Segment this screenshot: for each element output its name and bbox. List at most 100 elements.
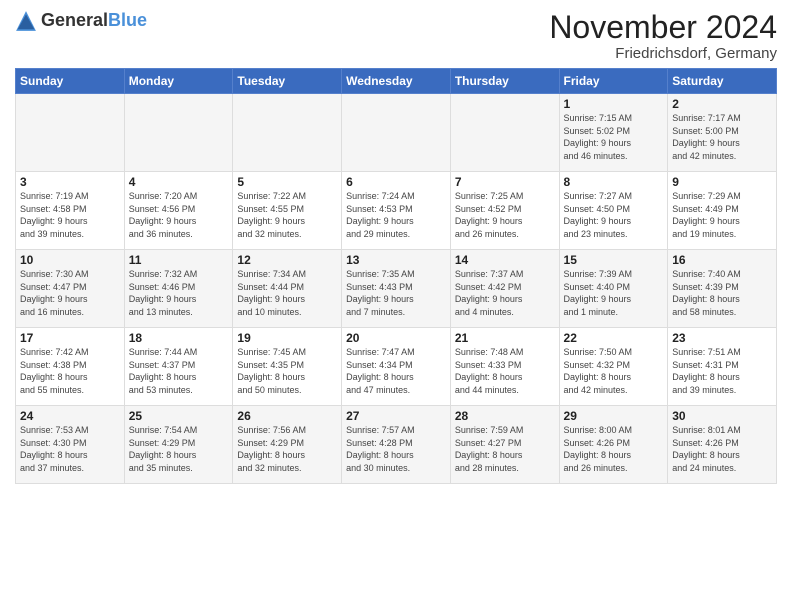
logo: GeneralBlue [15,10,147,32]
day-info: Sunrise: 7:15 AM Sunset: 5:02 PM Dayligh… [564,112,664,162]
day-number: 16 [672,253,772,267]
calendar-cell: 16Sunrise: 7:40 AM Sunset: 4:39 PM Dayli… [668,250,777,328]
day-info: Sunrise: 7:19 AM Sunset: 4:58 PM Dayligh… [20,190,120,240]
calendar-cell: 3Sunrise: 7:19 AM Sunset: 4:58 PM Daylig… [16,172,125,250]
day-info: Sunrise: 7:29 AM Sunset: 4:49 PM Dayligh… [672,190,772,240]
col-sunday: Sunday [16,69,125,94]
day-info: Sunrise: 7:39 AM Sunset: 4:40 PM Dayligh… [564,268,664,318]
day-info: Sunrise: 7:54 AM Sunset: 4:29 PM Dayligh… [129,424,229,474]
col-saturday: Saturday [668,69,777,94]
calendar-cell: 26Sunrise: 7:56 AM Sunset: 4:29 PM Dayli… [233,406,342,484]
day-number: 12 [237,253,337,267]
calendar-cell: 27Sunrise: 7:57 AM Sunset: 4:28 PM Dayli… [342,406,451,484]
day-number: 30 [672,409,772,423]
month-title: November 2024 [549,10,777,45]
calendar-header-row: Sunday Monday Tuesday Wednesday Thursday… [16,69,777,94]
logo-blue: Blue [108,10,147,30]
location-title: Friedrichsdorf, Germany [549,45,777,62]
day-number: 1 [564,97,664,111]
day-number: 6 [346,175,446,189]
calendar-cell: 30Sunrise: 8:01 AM Sunset: 4:26 PM Dayli… [668,406,777,484]
calendar-week-1: 1Sunrise: 7:15 AM Sunset: 5:02 PM Daylig… [16,94,777,172]
day-info: Sunrise: 7:40 AM Sunset: 4:39 PM Dayligh… [672,268,772,318]
calendar-cell: 15Sunrise: 7:39 AM Sunset: 4:40 PM Dayli… [559,250,668,328]
calendar-cell: 1Sunrise: 7:15 AM Sunset: 5:02 PM Daylig… [559,94,668,172]
day-info: Sunrise: 7:56 AM Sunset: 4:29 PM Dayligh… [237,424,337,474]
day-number: 13 [346,253,446,267]
calendar-week-2: 3Sunrise: 7:19 AM Sunset: 4:58 PM Daylig… [16,172,777,250]
calendar-cell [233,94,342,172]
day-number: 18 [129,331,229,345]
calendar-cell [450,94,559,172]
day-info: Sunrise: 7:17 AM Sunset: 5:00 PM Dayligh… [672,112,772,162]
day-info: Sunrise: 7:32 AM Sunset: 4:46 PM Dayligh… [129,268,229,318]
day-info: Sunrise: 7:44 AM Sunset: 4:37 PM Dayligh… [129,346,229,396]
logo-general: General [41,10,108,30]
day-number: 10 [20,253,120,267]
col-thursday: Thursday [450,69,559,94]
col-wednesday: Wednesday [342,69,451,94]
day-info: Sunrise: 7:24 AM Sunset: 4:53 PM Dayligh… [346,190,446,240]
day-info: Sunrise: 7:20 AM Sunset: 4:56 PM Dayligh… [129,190,229,240]
day-info: Sunrise: 7:48 AM Sunset: 4:33 PM Dayligh… [455,346,555,396]
page-container: GeneralBlue November 2024 Friedrichsdorf… [0,0,792,489]
day-info: Sunrise: 7:50 AM Sunset: 4:32 PM Dayligh… [564,346,664,396]
calendar-cell [342,94,451,172]
calendar-cell: 18Sunrise: 7:44 AM Sunset: 4:37 PM Dayli… [124,328,233,406]
col-monday: Monday [124,69,233,94]
day-number: 5 [237,175,337,189]
day-number: 17 [20,331,120,345]
logo-icon [15,10,37,32]
day-number: 19 [237,331,337,345]
day-info: Sunrise: 7:35 AM Sunset: 4:43 PM Dayligh… [346,268,446,318]
calendar-cell: 17Sunrise: 7:42 AM Sunset: 4:38 PM Dayli… [16,328,125,406]
calendar-cell: 19Sunrise: 7:45 AM Sunset: 4:35 PM Dayli… [233,328,342,406]
calendar-cell: 29Sunrise: 8:00 AM Sunset: 4:26 PM Dayli… [559,406,668,484]
col-friday: Friday [559,69,668,94]
day-number: 4 [129,175,229,189]
day-number: 3 [20,175,120,189]
day-info: Sunrise: 7:22 AM Sunset: 4:55 PM Dayligh… [237,190,337,240]
day-number: 29 [564,409,664,423]
calendar-cell [124,94,233,172]
day-number: 8 [564,175,664,189]
day-info: Sunrise: 7:25 AM Sunset: 4:52 PM Dayligh… [455,190,555,240]
day-info: Sunrise: 7:47 AM Sunset: 4:34 PM Dayligh… [346,346,446,396]
calendar-cell: 25Sunrise: 7:54 AM Sunset: 4:29 PM Dayli… [124,406,233,484]
calendar-week-4: 17Sunrise: 7:42 AM Sunset: 4:38 PM Dayli… [16,328,777,406]
day-number: 25 [129,409,229,423]
calendar-cell: 5Sunrise: 7:22 AM Sunset: 4:55 PM Daylig… [233,172,342,250]
calendar-cell: 9Sunrise: 7:29 AM Sunset: 4:49 PM Daylig… [668,172,777,250]
calendar-week-5: 24Sunrise: 7:53 AM Sunset: 4:30 PM Dayli… [16,406,777,484]
calendar-cell: 6Sunrise: 7:24 AM Sunset: 4:53 PM Daylig… [342,172,451,250]
calendar-week-3: 10Sunrise: 7:30 AM Sunset: 4:47 PM Dayli… [16,250,777,328]
calendar-table: Sunday Monday Tuesday Wednesday Thursday… [15,68,777,484]
day-info: Sunrise: 7:34 AM Sunset: 4:44 PM Dayligh… [237,268,337,318]
day-info: Sunrise: 7:27 AM Sunset: 4:50 PM Dayligh… [564,190,664,240]
day-number: 9 [672,175,772,189]
day-number: 23 [672,331,772,345]
day-number: 15 [564,253,664,267]
day-number: 26 [237,409,337,423]
calendar-cell: 20Sunrise: 7:47 AM Sunset: 4:34 PM Dayli… [342,328,451,406]
calendar-cell: 12Sunrise: 7:34 AM Sunset: 4:44 PM Dayli… [233,250,342,328]
calendar-cell: 11Sunrise: 7:32 AM Sunset: 4:46 PM Dayli… [124,250,233,328]
day-info: Sunrise: 8:01 AM Sunset: 4:26 PM Dayligh… [672,424,772,474]
logo-text: GeneralBlue [41,11,147,31]
calendar-cell [16,94,125,172]
day-info: Sunrise: 7:37 AM Sunset: 4:42 PM Dayligh… [455,268,555,318]
title-block: November 2024 Friedrichsdorf, Germany [549,10,777,62]
calendar-cell: 23Sunrise: 7:51 AM Sunset: 4:31 PM Dayli… [668,328,777,406]
day-number: 27 [346,409,446,423]
calendar-cell: 7Sunrise: 7:25 AM Sunset: 4:52 PM Daylig… [450,172,559,250]
calendar-cell: 10Sunrise: 7:30 AM Sunset: 4:47 PM Dayli… [16,250,125,328]
calendar-cell: 4Sunrise: 7:20 AM Sunset: 4:56 PM Daylig… [124,172,233,250]
calendar-cell: 21Sunrise: 7:48 AM Sunset: 4:33 PM Dayli… [450,328,559,406]
day-info: Sunrise: 7:57 AM Sunset: 4:28 PM Dayligh… [346,424,446,474]
day-info: Sunrise: 7:59 AM Sunset: 4:27 PM Dayligh… [455,424,555,474]
day-number: 24 [20,409,120,423]
day-number: 22 [564,331,664,345]
header: GeneralBlue November 2024 Friedrichsdorf… [15,10,777,62]
col-tuesday: Tuesday [233,69,342,94]
day-number: 21 [455,331,555,345]
